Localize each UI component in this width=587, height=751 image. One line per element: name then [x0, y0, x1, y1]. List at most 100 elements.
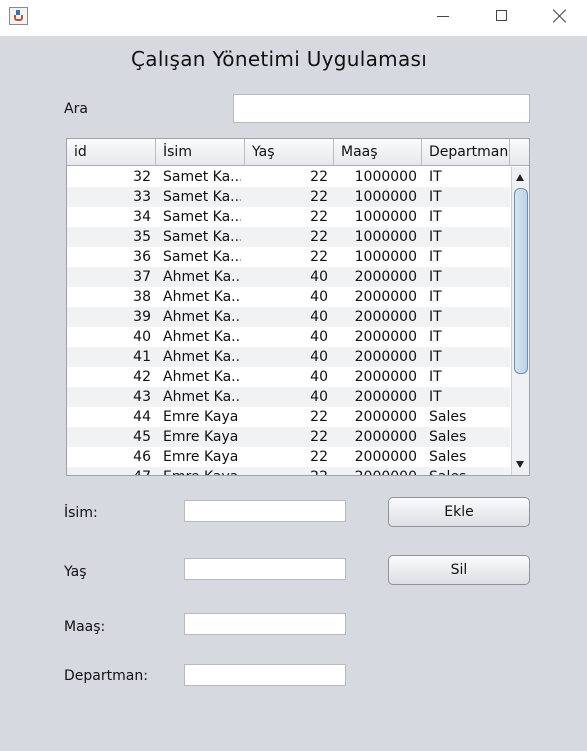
- cell-name: Emre Kaya: [163, 409, 239, 425]
- cell-salary: 2000000: [334, 467, 417, 475]
- name-label: İsim:: [64, 505, 98, 521]
- age-input[interactable]: [184, 558, 346, 580]
- cell-department: IT: [429, 169, 442, 185]
- column-header-department[interactable]: Departman: [422, 139, 510, 166]
- cell-salary: 2000000: [354, 409, 417, 425]
- cell-age: 40: [310, 289, 328, 305]
- department-input[interactable]: [184, 664, 346, 686]
- table-row[interactable]: 44 Emre Kaya 22 2000000 Sales: [67, 407, 510, 427]
- scrollbar-thumb[interactable]: [514, 188, 528, 374]
- cell-id: 33: [133, 189, 151, 205]
- cell-id: 34: [133, 209, 151, 225]
- age-label: Yaş: [64, 564, 87, 580]
- cell-id: 42: [133, 369, 151, 385]
- scroll-up-arrow-icon[interactable]: [512, 169, 529, 186]
- cell-salary: 1000000: [354, 189, 417, 205]
- column-header-age[interactable]: Yaş: [245, 139, 334, 166]
- add-button[interactable]: Ekle: [388, 497, 530, 527]
- cell-name: Ahmet Ka...: [163, 329, 241, 345]
- cell-salary: 1000000: [354, 209, 417, 225]
- cell-age: 40: [310, 329, 328, 345]
- table-row[interactable]: 33 Samet Ka... 22 1000000 IT: [67, 187, 510, 207]
- cell-age: 22: [310, 169, 328, 185]
- department-label: Departman:: [64, 668, 148, 684]
- cell-age: 40: [310, 309, 328, 325]
- cell-id: 41: [133, 349, 151, 365]
- cell-id: 43: [133, 389, 151, 405]
- table-row[interactable]: 36 Samet Ka... 22 1000000 IT: [67, 247, 510, 267]
- table-row[interactable]: 38 Ahmet Ka... 40 2000000 IT: [67, 287, 510, 307]
- delete-button[interactable]: Sil: [388, 555, 530, 585]
- cell-age: 22: [245, 467, 328, 475]
- cell-age: 40: [310, 389, 328, 405]
- table-row[interactable]: 42 Ahmet Ka... 40 2000000 IT: [67, 367, 510, 387]
- minimize-button[interactable]: [414, 0, 472, 32]
- cell-salary: 2000000: [354, 289, 417, 305]
- cell-name: Ahmet Ka...: [163, 289, 241, 305]
- cell-department: IT: [429, 189, 442, 205]
- minimize-icon: [437, 16, 449, 17]
- cell-department: IT: [429, 269, 442, 285]
- cell-name: Samet Ka...: [163, 209, 241, 225]
- cell-id: 45: [133, 429, 151, 445]
- table-row[interactable]: 34 Samet Ka... 22 1000000 IT: [67, 207, 510, 227]
- cell-id: 37: [133, 269, 151, 285]
- table-row[interactable]: 32 Samet Ka... 22 1000000 IT: [67, 167, 510, 187]
- search-input[interactable]: [233, 94, 530, 123]
- cell-salary: 2000000: [354, 269, 417, 285]
- cell-id: 36: [133, 249, 151, 265]
- cell-name: Samet Ka...: [163, 169, 241, 185]
- table-vertical-scrollbar[interactable]: [511, 167, 529, 475]
- cell-salary: 1000000: [354, 249, 417, 265]
- column-header-name[interactable]: İsim: [156, 139, 245, 166]
- column-header-id[interactable]: id: [67, 139, 156, 166]
- cell-name: Ahmet Ka...: [163, 389, 241, 405]
- cell-name: Samet Ka...: [163, 249, 241, 265]
- table-row[interactable]: 39 Ahmet Ka... 40 2000000 IT: [67, 307, 510, 327]
- cell-name: Emre Kaya: [163, 449, 239, 465]
- cell-id: 38: [133, 289, 151, 305]
- cell-department: IT: [429, 349, 442, 365]
- cell-age: 22: [310, 209, 328, 225]
- cell-id: 40: [133, 329, 151, 345]
- close-button[interactable]: [530, 0, 587, 32]
- cell-department: Sales: [429, 449, 467, 465]
- cell-age: 40: [310, 349, 328, 365]
- maximize-button[interactable]: [472, 0, 530, 32]
- table-row[interactable]: 37 Ahmet Ka... 40 2000000 IT: [67, 267, 510, 287]
- scroll-down-arrow-icon[interactable]: [512, 456, 529, 473]
- cell-salary: 1000000: [354, 229, 417, 245]
- table-row[interactable]: 35 Samet Ka... 22 1000000 IT: [67, 227, 510, 247]
- maximize-icon: [496, 10, 507, 21]
- cell-name: Emre Kaya: [163, 429, 239, 445]
- close-icon: [552, 8, 568, 24]
- salary-input[interactable]: [184, 613, 346, 635]
- cell-id: 47: [67, 467, 151, 475]
- cell-salary: 2000000: [354, 349, 417, 365]
- table-row[interactable]: 45 Emre Kaya 22 2000000 Sales: [67, 427, 510, 447]
- window-titlebar: [0, 0, 587, 36]
- name-input[interactable]: [184, 500, 346, 522]
- java-cup-icon[interactable]: [9, 7, 28, 25]
- cell-department: IT: [429, 229, 442, 245]
- cell-salary: 2000000: [354, 369, 417, 385]
- table-row[interactable]: 41 Ahmet Ka... 40 2000000 IT: [67, 347, 510, 367]
- app-title: Çalışan Yönetimi Uygulaması: [131, 47, 428, 71]
- cell-name: Samet Ka...: [163, 189, 241, 205]
- cell-id: 46: [133, 449, 151, 465]
- cell-name: Ahmet Ka...: [163, 369, 241, 385]
- cell-department: Sales: [429, 409, 467, 425]
- table-row[interactable]: 47 Emre Kaya 22 2000000 Sales: [67, 467, 510, 475]
- cell-age: 22: [310, 449, 328, 465]
- table-row[interactable]: 46 Emre Kaya 22 2000000 Sales: [67, 447, 510, 467]
- table-row[interactable]: 43 Ahmet Ka... 40 2000000 IT: [67, 387, 510, 407]
- cell-id: 39: [133, 309, 151, 325]
- column-header-salary[interactable]: Maaş: [334, 139, 422, 166]
- employee-table: id İsim Yaş Maaş Departman 32 Samet Ka...…: [66, 138, 530, 476]
- cell-department: IT: [429, 389, 442, 405]
- table-row[interactable]: 40 Ahmet Ka... 40 2000000 IT: [67, 327, 510, 347]
- cell-age: 22: [310, 429, 328, 445]
- cell-name: Ahmet Ka...: [163, 349, 241, 365]
- cell-age: 22: [310, 229, 328, 245]
- cell-age: 40: [310, 369, 328, 385]
